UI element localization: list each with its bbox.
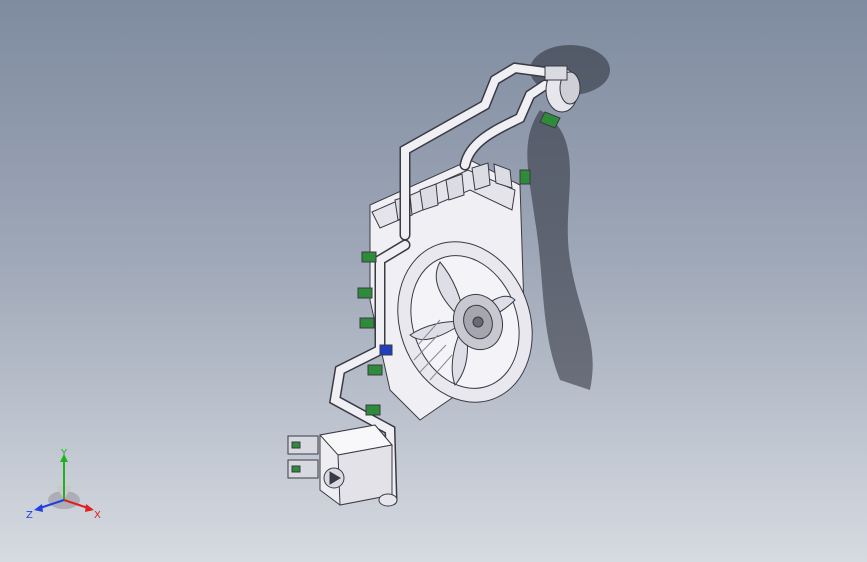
- top-canister: [539, 65, 581, 129]
- x-axis-label: X: [94, 510, 101, 521]
- x-axis-arrow: [85, 504, 94, 512]
- coordinate-triad: Y X Z: [26, 448, 101, 521]
- 3d-model-viewport[interactable]: Y X Z: [0, 0, 867, 562]
- y-axis-label: Y: [60, 448, 68, 459]
- z-axis-arrow: [34, 504, 43, 512]
- z-axis-label: Z: [26, 510, 33, 521]
- expansion-tank: [287, 424, 398, 507]
- fan-radiator-assembly-model[interactable]: [0, 0, 867, 562]
